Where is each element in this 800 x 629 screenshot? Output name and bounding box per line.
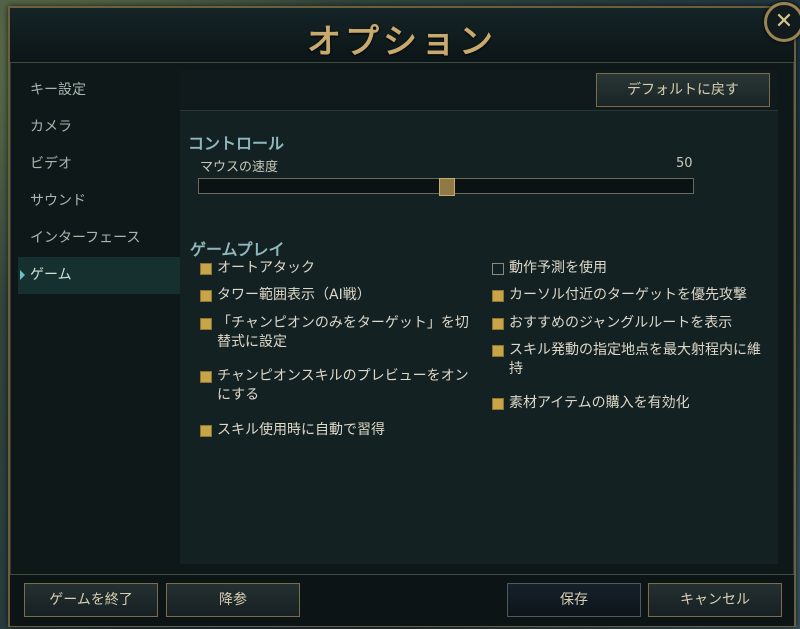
mouse-speed-label: マウスの速度 (200, 160, 279, 175)
checkbox[interactable] (200, 290, 212, 302)
sidebar-item-video[interactable]: ビデオ (18, 146, 180, 183)
option-label: おすすめのジャングルルートを表示 (509, 315, 733, 331)
option-label: タワー範囲表示（AI戦） (217, 287, 371, 303)
checkbox[interactable] (200, 425, 212, 437)
option-label: 素材アイテムの購入を有効化 (509, 395, 690, 411)
cancel-button[interactable]: キャンセル (648, 583, 782, 617)
mouse-speed-slider[interactable] (198, 178, 694, 196)
sidebar-item-interface[interactable]: インターフェース (18, 220, 180, 257)
option-label: スキル使用時に自動で習得 (217, 422, 385, 438)
sidebar-item-label: サウンド (30, 193, 86, 209)
option-target-near-cursor[interactable]: カーソル付近のターゲットを優先攻撃 (492, 286, 762, 305)
options-window: オプション ✕ キー設定 カメラ ビデオ サウンド インターフェース ゲーム デ… (8, 2, 800, 627)
close-icon[interactable]: ✕ (764, 2, 800, 42)
active-marker-icon (20, 270, 25, 280)
sidebar-item-label: カメラ (30, 119, 72, 135)
option-auto-level-skill[interactable]: スキル使用時に自動で習得 (200, 421, 470, 440)
footer-bar: ゲームを終了 降参 保存 キャンセル (10, 574, 794, 626)
sidebar-item-camera[interactable]: カメラ (18, 109, 180, 146)
control-section-title: コントロール (188, 134, 285, 153)
surrender-button[interactable]: 降参 (166, 583, 300, 617)
option-label: オートアタック (217, 260, 315, 276)
sidebar-item-keybindings[interactable]: キー設定 (18, 72, 180, 109)
option-tower-range[interactable]: タワー範囲表示（AI戦） (200, 286, 470, 305)
sidebar-item-game[interactable]: ゲーム (18, 257, 180, 294)
option-label: スキル発動の指定地点を最大射程内に維持 (509, 342, 761, 377)
checkbox[interactable] (492, 263, 504, 275)
option-label: カーソル付近のターゲットを優先攻撃 (509, 287, 747, 303)
option-skill-preview[interactable]: チャンピオンスキルのプレビューをオンにする (200, 367, 470, 405)
checkbox[interactable] (200, 263, 212, 275)
mouse-speed-value: 50 (676, 156, 693, 171)
option-label: チャンピオンスキルのプレビューをオンにする (217, 368, 469, 403)
option-clamp-cast-range[interactable]: スキル発動の指定地点を最大射程内に維持 (492, 341, 762, 379)
sidebar-item-label: インターフェース (30, 230, 141, 246)
settings-panel: デフォルトに戻す コントロール マウスの速度 50 ゲームプレイ オートアタック… (180, 70, 778, 564)
title-bar: オプション (10, 8, 794, 63)
save-button[interactable]: 保存 (507, 583, 641, 617)
checkbox[interactable] (492, 318, 504, 330)
gameplay-section-title: ゲームプレイ (190, 240, 285, 259)
option-auto-attack[interactable]: オートアタック (200, 259, 470, 278)
checkbox[interactable] (492, 345, 504, 357)
option-move-prediction[interactable]: 動作予測を使用 (492, 259, 762, 278)
restore-defaults-button[interactable]: デフォルトに戻す (596, 73, 770, 107)
panel-header: デフォルトに戻す (180, 70, 778, 111)
option-component-purchase[interactable]: 素材アイテムの購入を有効化 (492, 394, 762, 413)
quit-game-button[interactable]: ゲームを終了 (24, 583, 158, 617)
option-target-champions-toggle[interactable]: 「チャンピオンのみをターゲット」を切替式に設定 (200, 314, 470, 352)
checkbox[interactable] (200, 318, 212, 330)
checkbox[interactable] (492, 398, 504, 410)
window-title: オプション (307, 22, 497, 62)
sidebar: キー設定 カメラ ビデオ サウンド インターフェース ゲーム (18, 72, 180, 294)
checkbox[interactable] (492, 290, 504, 302)
sidebar-item-label: キー設定 (30, 82, 86, 98)
sidebar-item-label: ゲーム (30, 267, 72, 283)
option-jungle-route[interactable]: おすすめのジャングルルートを表示 (492, 314, 762, 333)
option-label: 動作予測を使用 (509, 260, 607, 276)
sidebar-item-label: ビデオ (30, 156, 72, 172)
checkbox[interactable] (200, 371, 212, 383)
sidebar-item-sound[interactable]: サウンド (18, 183, 180, 220)
option-label: 「チャンピオンのみをターゲット」を切替式に設定 (217, 315, 469, 350)
slider-handle[interactable] (439, 178, 455, 196)
